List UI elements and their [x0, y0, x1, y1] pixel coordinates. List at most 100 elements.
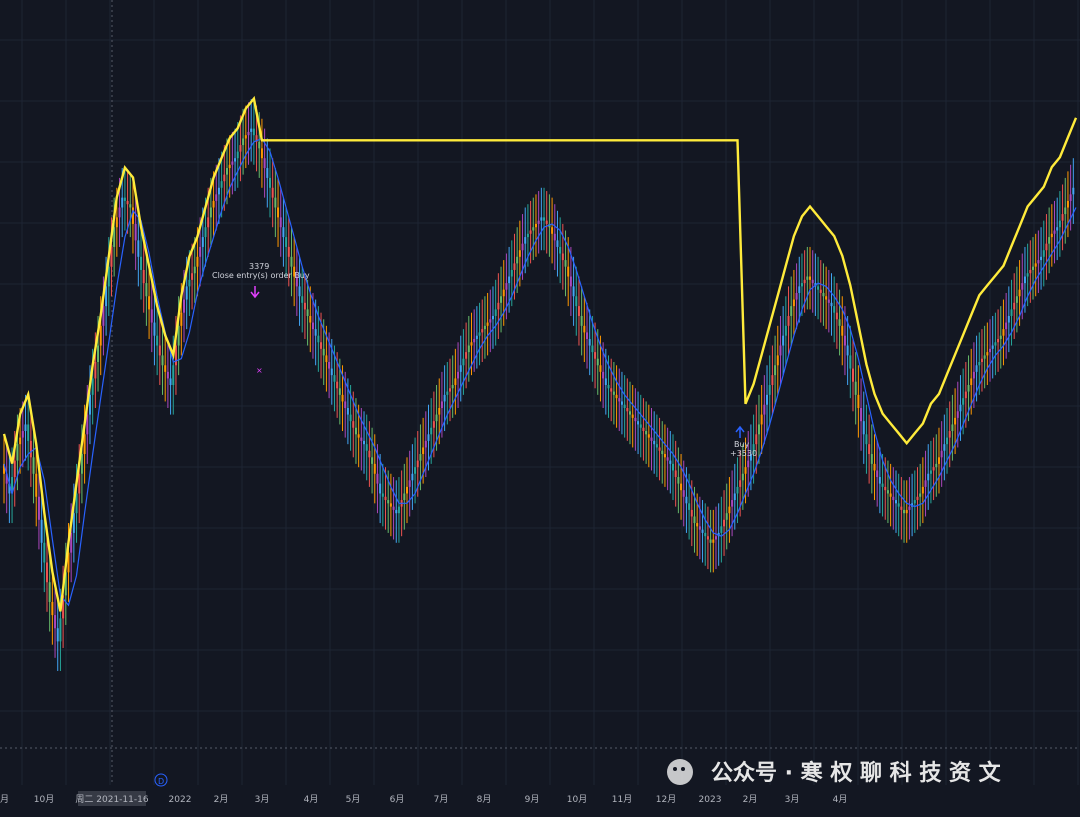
candle-body: [889, 493, 892, 497]
candle-body: [655, 444, 658, 448]
candle-body: [234, 158, 237, 162]
candle-body: [712, 539, 715, 543]
candle-body: [999, 335, 1002, 339]
candle-body: [841, 325, 844, 336]
candle-body: [118, 207, 121, 218]
candle-body: [397, 506, 400, 514]
candle-body: [575, 296, 578, 307]
candle-body: [40, 519, 43, 543]
candle-body: [669, 460, 672, 464]
candle-body: [406, 486, 409, 494]
candle-body: [344, 401, 347, 409]
candle-body: [395, 509, 398, 514]
candle-body: [868, 444, 871, 455]
candle-body: [720, 526, 723, 533]
candle-body: [884, 486, 887, 491]
candle-body: [833, 306, 836, 313]
candle-body: [798, 286, 801, 293]
candle-body: [459, 365, 462, 372]
candle-body: [642, 427, 645, 432]
candle-body: [48, 582, 51, 602]
candle-body: [354, 427, 357, 435]
candle-body: [862, 421, 865, 435]
candle-body: [946, 437, 949, 445]
candle-body: [443, 394, 446, 402]
candle-body: [1058, 220, 1061, 228]
candle-body: [663, 454, 666, 458]
candle-body: [1010, 309, 1013, 316]
candle-body: [698, 526, 701, 530]
candle-body: [1061, 214, 1064, 221]
candle-body: [225, 168, 228, 175]
candle-body: [731, 500, 734, 507]
candle-body: [736, 486, 739, 494]
candle-body: [258, 141, 261, 149]
candle-body: [551, 227, 554, 234]
candle-body: [803, 279, 806, 284]
candle-body: [524, 237, 527, 244]
candle-body: [188, 279, 191, 287]
candle-body: [411, 473, 414, 481]
candle-body: [970, 378, 973, 385]
candle-body: [169, 378, 172, 385]
candle-body: [943, 444, 946, 451]
candle-body: [129, 204, 132, 208]
candle-body: [940, 450, 943, 458]
candle-body: [645, 431, 648, 435]
candle-body: [886, 490, 889, 494]
candle-body: [935, 463, 938, 468]
candle-body: [389, 503, 392, 507]
candle-body: [827, 299, 830, 303]
candle-body: [516, 256, 519, 264]
candle-body: [792, 299, 795, 307]
candle-body: [822, 292, 825, 297]
candle-body: [1013, 302, 1016, 310]
candle-body: [183, 299, 186, 313]
candle-body: [408, 480, 411, 487]
price-chart[interactable]: 3379 Close entry(s) order Buy × Buy +353…: [0, 0, 1080, 817]
x-tick-label: 6月: [390, 794, 405, 805]
candle-body: [320, 342, 323, 349]
candle-body: [897, 503, 900, 507]
candle-body: [994, 342, 997, 346]
candle-body: [674, 470, 677, 478]
candle-body: [838, 319, 841, 326]
candle-body: [357, 434, 360, 438]
candle-body: [1015, 296, 1018, 303]
candle-body: [843, 335, 846, 346]
candle-body: [607, 385, 610, 389]
candle-body: [728, 506, 731, 514]
candle-body: [569, 276, 572, 287]
candle-body: [346, 408, 349, 415]
candle-body: [309, 315, 312, 323]
candle-body: [854, 381, 857, 395]
candle-body: [239, 145, 242, 152]
close-price-label: 3379: [249, 262, 269, 271]
candle-body: [865, 434, 868, 445]
candle-body: [1026, 273, 1029, 277]
candle-body: [290, 256, 293, 267]
candle-body: [365, 444, 368, 451]
candle-body: [19, 437, 22, 445]
candle-body: [1005, 322, 1008, 330]
candle-body: [706, 536, 709, 540]
candle-body: [744, 467, 747, 474]
x-tick-label: 2022: [169, 795, 192, 805]
watermark: 公众号 · 寒 权 聊 科 技 资 文: [667, 759, 1002, 786]
candle-body: [161, 355, 164, 366]
candle-body: [212, 200, 215, 208]
candle-body: [615, 394, 618, 399]
candle-body: [35, 473, 38, 497]
x-tick-label: 2月: [743, 794, 758, 805]
x-tick-label: 9月: [525, 794, 540, 805]
candle-body: [618, 398, 621, 402]
candle-body: [349, 414, 352, 422]
candle-body: [196, 256, 199, 267]
candle-body: [277, 207, 280, 218]
candle-body: [215, 194, 218, 201]
candle-body: [518, 250, 521, 257]
candle-body: [368, 450, 371, 458]
candle-body: [201, 237, 204, 247]
candle-body: [497, 302, 500, 310]
candle-body: [653, 440, 656, 445]
